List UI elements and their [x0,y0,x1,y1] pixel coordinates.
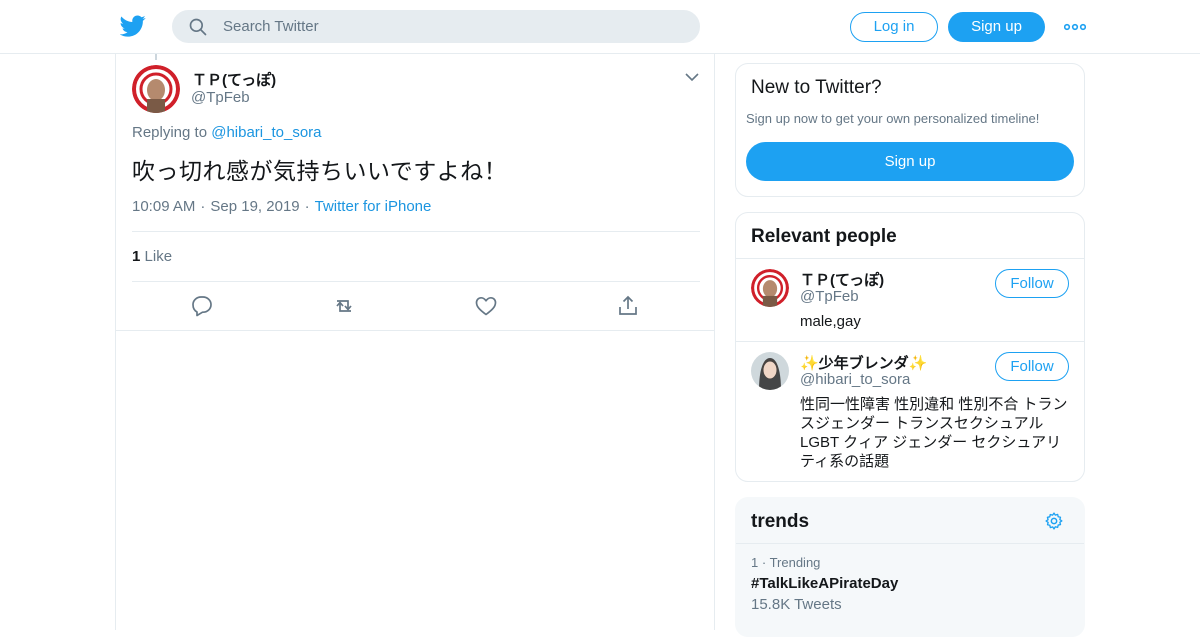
chevron-down-icon[interactable] [684,70,700,84]
avatar[interactable] [751,269,789,307]
author-handle[interactable]: @TpFeb [191,89,250,106]
thread-connector [155,54,157,60]
card-title: Relevant people [751,226,897,247]
separator-dot: · [200,198,206,215]
retweet-icon[interactable] [332,294,356,318]
replying-to: Replying to @hibari_to_sora [132,124,322,141]
twitter-bird-icon[interactable] [120,13,146,39]
signup-button[interactable]: Sign up [948,12,1045,42]
avatar-image [751,269,789,307]
new-to-twitter-card: New to Twitter? Sign up now to get your … [735,63,1085,197]
like-icon[interactable] [474,294,498,318]
trend-rank: 1 [751,555,759,570]
avatar[interactable] [132,65,180,113]
divider [116,330,714,331]
top-bar: Log in Sign up [0,0,1200,54]
tweet-meta: 10:09 AM · Sep 19, 2019 · Twitter for iPhone [132,198,431,215]
divider [132,231,700,232]
trend-context: Trending [769,555,821,570]
person-bio: 性同一性障害 性別違和 性別不合 トランスジェンダー トランスセクシュアル LG… [800,396,1068,470]
tweet-time[interactable]: 10:09 AM [132,198,195,215]
follow-button[interactable]: Follow [995,269,1069,298]
tweet-text: 吹っ切れ感が気持ちいいですよね！ [132,158,508,184]
card-title: New to Twitter? [751,77,882,98]
separator-dot: · [304,198,310,215]
signup-button-large[interactable]: Sign up [746,142,1074,181]
card-subtitle: Sign up now to get your own personalized… [746,111,1040,126]
avatar-image [132,65,180,113]
tweet-source-link[interactable]: Twitter for iPhone [315,198,432,215]
search-icon [189,18,207,36]
tweet-date[interactable]: Sep 19, 2019 [210,198,299,215]
tweet-column: ＴＰ(てっぽ) @TpFeb Replying to @hibari_to_so… [115,54,715,630]
likes-stat[interactable]: 1 Like [132,248,172,265]
person-handle[interactable]: @hibari_to_sora [800,371,910,388]
avatar[interactable] [751,352,789,390]
card-title: trends [751,511,810,532]
person-handle[interactable]: @TpFeb [800,288,859,305]
trend-count: 15.8K Tweets [751,596,842,613]
like-count: 1 [132,248,141,265]
tweet-actions [116,282,714,330]
divider [736,258,1084,259]
trend-name[interactable]: #TalkLikeAPirateDay [751,575,898,592]
share-icon[interactable] [616,294,640,318]
like-label: Like [144,248,173,265]
replying-prefix: Replying to [132,124,208,141]
follow-button[interactable]: Follow [995,352,1069,381]
more-dots-icon[interactable] [1064,17,1086,37]
person-name[interactable]: ✨少年ブレンダ✨ [800,352,927,373]
login-button[interactable]: Log in [850,12,938,42]
relevant-people-card: Relevant people ＴＰ(てっぽ) @TpFeb male,gay … [735,212,1085,482]
person-name[interactable]: ＴＰ(てっぽ) [800,269,884,290]
divider [736,543,1084,544]
gear-icon[interactable] [1044,511,1064,531]
trends-card: trends 1 · Trending #TalkLikeAPirateDay … [735,497,1085,637]
separator-dot: · [761,555,770,570]
search-input[interactable] [223,11,683,42]
avatar-image [751,352,789,390]
author-name[interactable]: ＴＰ(てっぽ) [192,69,276,90]
divider [736,341,1084,342]
search-box[interactable] [172,10,700,43]
trend-meta: 1 · Trending [751,555,820,570]
person-bio: male,gay [800,313,861,330]
replying-to-link[interactable]: @hibari_to_sora [211,124,321,141]
reply-icon[interactable] [190,294,214,318]
